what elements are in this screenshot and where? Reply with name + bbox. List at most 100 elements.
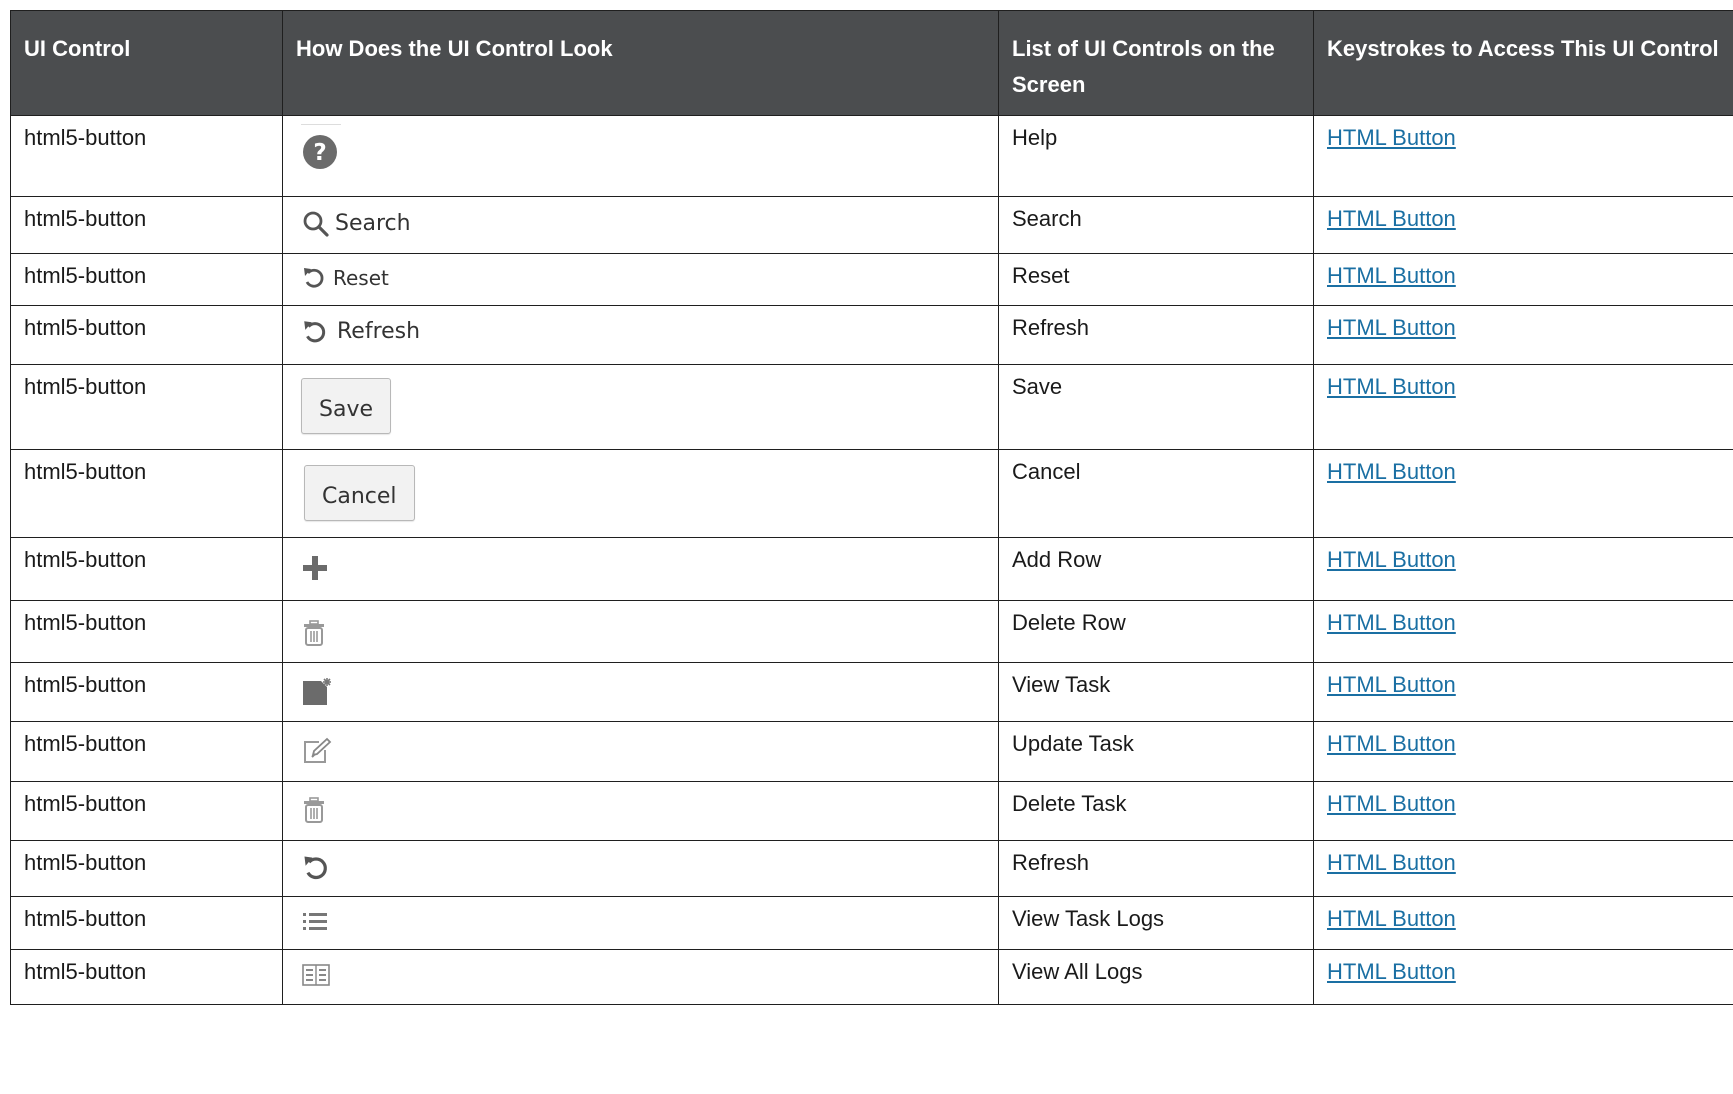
svg-text:?: ? [313,140,326,166]
trash-icon [301,796,327,824]
header-ui-control: UI Control [10,10,283,116]
ui-controls-table: UI Control How Does the UI Control Look … [10,10,1733,1005]
keystroke-cell: HTML Button [1313,115,1733,197]
control-look-cell: Reset [282,253,999,306]
trash-icon [301,619,327,647]
html-button-link[interactable]: HTML Button [1327,610,1456,635]
control-look-cell [282,600,999,663]
control-look-cell: ? [282,115,999,197]
control-look-cell [282,537,999,601]
view-task-icon [301,677,333,707]
html-button-link[interactable]: HTML Button [1327,374,1456,399]
keystroke-cell: HTML Button [1313,449,1733,538]
control-type-cell: html5-button [10,949,283,1005]
control-type-cell: html5-button [10,721,283,782]
keystroke-cell: HTML Button [1313,840,1733,897]
keystroke-cell: HTML Button [1313,537,1733,601]
help-icon: ? [301,133,339,171]
control-name-cell: View Task Logs [998,896,1314,950]
keystroke-cell: HTML Button [1313,600,1733,663]
keystroke-cell: HTML Button [1313,781,1733,841]
control-name-cell: Delete Task [998,781,1314,841]
html-button-link[interactable]: HTML Button [1327,850,1456,875]
search-label: Search [335,211,411,236]
control-look-cell [282,662,999,722]
html-button-link[interactable]: HTML Button [1327,906,1456,931]
table-row: html5-button Search Search HTML Button [10,196,1733,254]
table-row: html5-button Cancel Cancel HTML Button [10,449,1733,538]
control-name-cell: Delete Row [998,600,1314,663]
keystroke-cell: HTML Button [1313,196,1733,254]
reset-icon [301,265,327,291]
keystroke-cell: HTML Button [1313,662,1733,722]
control-look-cell: Refresh [282,305,999,365]
header-keystrokes: Keystrokes to Access This UI Control [1313,10,1733,116]
control-name-cell: View All Logs [998,949,1314,1005]
html-button-link[interactable]: HTML Button [1327,959,1456,984]
control-type-cell: html5-button [10,896,283,950]
table-row: html5-button Refresh Refresh HTML Button [10,305,1733,365]
cancel-button: Cancel [304,465,415,521]
keystroke-cell: HTML Button [1313,949,1733,1005]
control-name-cell: Update Task [998,721,1314,782]
table-row: html5-button Delete Row HTML Button [10,600,1733,663]
logs-grid-icon [301,962,331,988]
table-row: html5-button Update Task HTML Button [10,721,1733,782]
header-control-look: How Does the UI Control Look [282,10,999,116]
control-name-cell: Help [998,115,1314,197]
control-type-cell: html5-button [10,449,283,538]
control-name-cell: Cancel [998,449,1314,538]
keystroke-cell: HTML Button [1313,305,1733,365]
html-button-link[interactable]: HTML Button [1327,206,1456,231]
table-row: html5-button ? Help HTML Button [10,115,1733,197]
control-look-cell [282,896,999,950]
table-row: html5-button View Task HTML Button [10,662,1733,722]
control-name-cell: Save [998,364,1314,450]
html-button-link[interactable]: HTML Button [1327,263,1456,288]
control-type-cell: html5-button [10,781,283,841]
keystroke-cell: HTML Button [1313,721,1733,782]
table-row: html5-button Delete Task HTML Button [10,781,1733,841]
control-look-cell: Search [282,196,999,254]
refresh-label: Refresh [337,319,421,344]
control-type-cell: html5-button [10,537,283,601]
plus-icon [301,554,329,582]
control-look-cell: Save [282,364,999,450]
control-look-cell [282,949,999,1005]
search-icon [301,209,331,239]
html-button-link[interactable]: HTML Button [1327,731,1456,756]
list-icon [301,909,329,935]
control-type-cell: html5-button [10,196,283,254]
control-type-cell: html5-button [10,662,283,722]
html-button-link[interactable]: HTML Button [1327,459,1456,484]
table-row: html5-button Save Save HTML Button [10,364,1733,450]
refresh-button-mock: Refresh [301,318,420,346]
control-type-cell: html5-button [10,840,283,897]
reset-label: Reset [333,266,389,290]
html-button-link[interactable]: HTML Button [1327,547,1456,572]
refresh-icon [301,853,331,883]
control-look-cell [282,840,999,897]
keystroke-cell: HTML Button [1313,896,1733,950]
search-button-mock: Search [301,209,411,239]
table-row: html5-button Reset Reset HTML Button [10,253,1733,306]
control-name-cell: Refresh [998,305,1314,365]
table-row: html5-button View Task Logs HTML Button [10,896,1733,950]
table-row: html5-button Refresh HTML Button [10,840,1733,897]
html-button-link[interactable]: HTML Button [1327,791,1456,816]
control-type-cell: html5-button [10,305,283,365]
control-look-cell: Cancel [282,449,999,538]
html-button-link[interactable]: HTML Button [1327,125,1456,150]
control-type-cell: html5-button [10,115,283,197]
control-name-cell: Reset [998,253,1314,306]
control-type-cell: html5-button [10,253,283,306]
header-controls-list: List of UI Controls on the Screen [998,10,1314,116]
control-name-cell: Add Row [998,537,1314,601]
refresh-icon [301,318,329,346]
control-look-cell [282,781,999,841]
edit-icon [301,736,333,766]
html-button-link[interactable]: HTML Button [1327,315,1456,340]
control-name-cell: View Task [998,662,1314,722]
html-button-link[interactable]: HTML Button [1327,672,1456,697]
table-row: html5-button Add Row HTML Button [10,537,1733,601]
